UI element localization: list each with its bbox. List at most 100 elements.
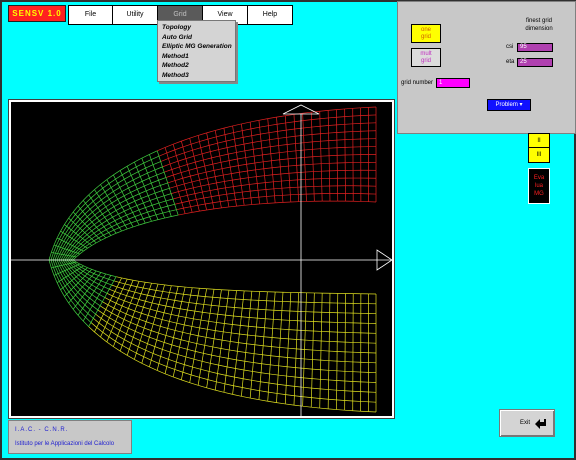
mesh-line xyxy=(185,189,188,196)
mesh-line xyxy=(209,190,212,197)
mesh-line xyxy=(158,152,167,157)
mesh-line xyxy=(62,271,67,278)
mesh-line xyxy=(153,296,161,299)
mesh-line xyxy=(104,191,108,196)
mesh-line xyxy=(195,351,204,354)
mesh-line xyxy=(86,230,92,235)
mesh-line xyxy=(288,347,297,350)
mesh-line xyxy=(198,335,207,338)
evaluate-mg-button[interactable]: Eva lua MG xyxy=(528,168,550,204)
mesh-line xyxy=(253,362,262,365)
level-toggle-button[interactable]: II III xyxy=(528,133,550,163)
mesh-line xyxy=(244,150,247,158)
level-toggle-b[interactable]: III xyxy=(529,148,549,162)
mesh-line xyxy=(70,267,75,272)
mesh-line xyxy=(203,296,206,305)
mesh-line xyxy=(234,298,236,308)
mesh-line xyxy=(78,266,82,269)
mesh-line xyxy=(202,191,205,199)
mesh-line xyxy=(143,301,146,308)
dropdown-item-topology[interactable]: Topology xyxy=(162,23,235,33)
mesh-line xyxy=(244,204,252,206)
mesh-line xyxy=(77,315,84,322)
mesh-line xyxy=(205,202,213,205)
mesh-line xyxy=(288,338,297,340)
mesh-line xyxy=(273,318,282,321)
mesh-line xyxy=(77,264,82,268)
mesh-line xyxy=(296,157,305,159)
mesh-line xyxy=(75,302,79,307)
level-toggle-a[interactable]: II xyxy=(529,134,549,148)
mesh-line xyxy=(227,290,230,299)
dropdown-item-method1[interactable]: Method1 xyxy=(162,52,235,62)
mesh-line xyxy=(272,173,281,176)
csi-field[interactable]: 95 xyxy=(517,43,553,52)
grid-number-field[interactable]: 1 xyxy=(436,78,470,88)
mesh-line xyxy=(137,324,145,329)
mesh-line xyxy=(158,200,166,204)
mesh-line xyxy=(114,217,121,221)
exit-button[interactable]: Exit xyxy=(499,409,555,437)
mesh-line xyxy=(202,360,211,364)
mesh-line xyxy=(61,279,66,287)
one-grid-button[interactable]: one grid xyxy=(411,24,441,43)
mesh-line xyxy=(165,177,168,184)
mesh-line xyxy=(179,346,188,350)
mesh-line xyxy=(91,275,97,279)
mesh-line xyxy=(96,270,102,273)
mesh-line xyxy=(87,206,91,210)
mesh-line xyxy=(130,222,134,228)
eta-field[interactable]: 25 xyxy=(517,58,553,67)
mesh-line xyxy=(162,349,171,353)
menu-help[interactable]: Help xyxy=(248,5,293,25)
mesh-line xyxy=(250,388,260,392)
mesh-line xyxy=(269,373,279,376)
mesh-line xyxy=(80,311,86,318)
mesh-line xyxy=(150,182,154,189)
mesh-line xyxy=(263,345,272,347)
mesh-line xyxy=(209,312,218,315)
dropdown-item-method3[interactable]: Method3 xyxy=(162,71,235,81)
mesh-line xyxy=(279,166,282,175)
mesh-line xyxy=(261,147,263,155)
mesh-line xyxy=(239,316,242,326)
mesh-line xyxy=(183,293,191,296)
mesh-line xyxy=(80,236,83,239)
mesh-line xyxy=(192,359,195,368)
mesh-line xyxy=(105,206,109,211)
mesh-line xyxy=(89,297,95,303)
mesh-line xyxy=(262,161,265,169)
dropdown-item-elliptic-mg[interactable]: Elliptic MG Generation xyxy=(162,42,235,52)
dropdown-item-method2[interactable]: Method2 xyxy=(162,61,235,71)
mesh-line xyxy=(132,196,136,202)
menu-utility[interactable]: Utility xyxy=(113,5,158,25)
mesh-line xyxy=(87,309,91,314)
mesh-line xyxy=(223,125,233,129)
mesh-line xyxy=(279,151,288,154)
mesh-line xyxy=(169,188,172,194)
grid-canvas[interactable] xyxy=(8,99,395,419)
mesh-line xyxy=(132,209,140,213)
mesh-line xyxy=(204,163,213,167)
mesh-line xyxy=(194,310,203,313)
mesh-line xyxy=(209,142,218,146)
mesh-line xyxy=(100,232,104,236)
dropdown-item-auto-grid[interactable]: Auto Grid xyxy=(162,33,235,43)
mesh-line xyxy=(108,331,112,337)
mesh-line xyxy=(196,199,199,206)
mesh-line xyxy=(202,304,205,313)
mesh-line xyxy=(264,174,273,177)
mesh-line xyxy=(262,154,264,162)
mesh-line xyxy=(211,195,220,198)
mesh-line xyxy=(228,152,237,155)
mesh-line xyxy=(106,293,113,297)
mesh-line xyxy=(138,167,146,172)
mesh-line xyxy=(194,191,203,194)
mesh-line xyxy=(89,240,95,245)
mesh-line xyxy=(111,199,118,204)
problem-select[interactable]: Problem ▾ xyxy=(487,99,531,111)
menu-file[interactable]: File xyxy=(68,5,113,25)
mesh-line xyxy=(212,338,215,347)
evaluate-label-3: MG xyxy=(534,191,544,197)
multi-grid-button[interactable]: mult grid xyxy=(411,48,441,67)
